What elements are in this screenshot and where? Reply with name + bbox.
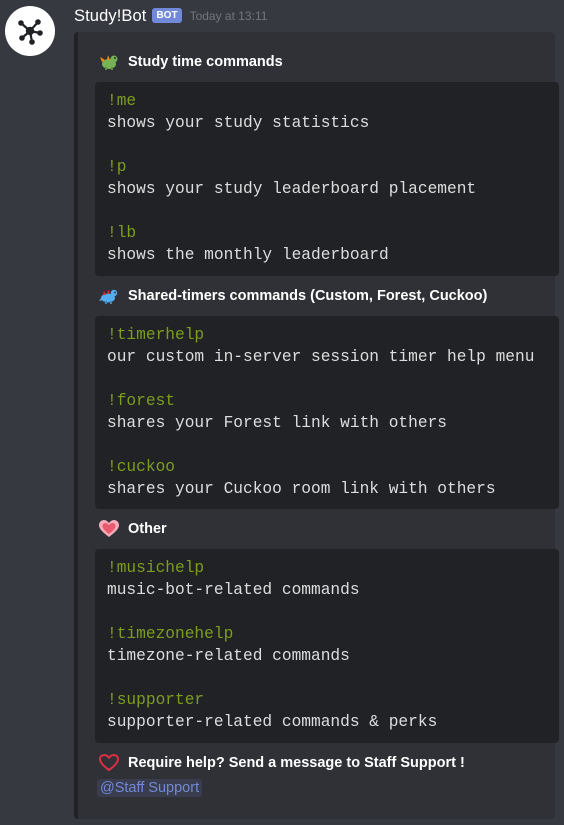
network-nodes-icon — [18, 19, 43, 45]
bot-message: Study!Bot BOT Today at 13:11 Study time … — [0, 0, 564, 825]
pink-heart-icon — [99, 520, 119, 538]
section-title-text: Study time commands — [128, 54, 283, 70]
command-name: !forest — [107, 392, 175, 410]
code-block-shared-timers: !timerhelp our custom in-server session t… — [95, 316, 559, 509]
section-title-other: Other — [99, 520, 167, 538]
footer-help-text: Require help? Send a message to Staff Su… — [99, 754, 465, 772]
code-block-other: !musichelp music-bot-related commands !tim… — [95, 549, 559, 743]
footer-text: Require help? Send a message to Staff Su… — [128, 755, 465, 771]
section-title-text: Shared-timers commands (Custom, Forest, … — [128, 288, 488, 304]
command-name: !me — [107, 92, 137, 110]
command-description: shares your Cuckoo room link with others — [107, 480, 496, 498]
command-description: shows your study statistics — [107, 114, 370, 132]
command-name: !timerhelp — [107, 326, 205, 344]
heart-outline-icon — [99, 754, 119, 772]
section-title-text: Other — [128, 521, 167, 537]
command-name: !lb — [107, 224, 137, 242]
bot-badge: BOT — [152, 7, 182, 23]
code-block-study-time: !me shows your study statistics !p shows yo… — [95, 82, 559, 276]
dragon-icon — [99, 53, 119, 71]
command-name: !p — [107, 158, 127, 176]
command-description: shows the monthly leaderboard — [107, 246, 389, 264]
command-description: music-bot-related commands — [107, 581, 360, 599]
command-name: !supporter — [107, 691, 205, 709]
section-title-study-time: Study time commands — [99, 53, 283, 71]
command-description: timezone-related commands — [107, 647, 350, 665]
command-name: !musichelp — [107, 559, 205, 577]
bot-avatar[interactable] — [5, 6, 55, 56]
command-description: shows your study leaderboard placement — [107, 180, 477, 198]
command-description: shares your Forest link with others — [107, 414, 447, 432]
command-description: supporter-related commands & perks — [107, 713, 438, 731]
command-description: our custom in-server session timer help … — [107, 348, 535, 366]
command-name: !cuckoo — [107, 458, 175, 476]
section-title-shared-timers: Shared-timers commands (Custom, Forest, … — [99, 287, 487, 305]
dino-icon — [99, 287, 119, 305]
bot-username[interactable]: Study!Bot — [74, 7, 146, 26]
message-header: Study!Bot BOT Today at 13:11 — [74, 4, 267, 28]
message-timestamp: Today at 13:11 — [189, 9, 268, 23]
staff-support-mention[interactable]: @Staff Support — [97, 779, 203, 797]
help-embed: Study time commands !me shows your study … — [74, 32, 559, 819]
command-name: !timezonehelp — [107, 625, 234, 643]
